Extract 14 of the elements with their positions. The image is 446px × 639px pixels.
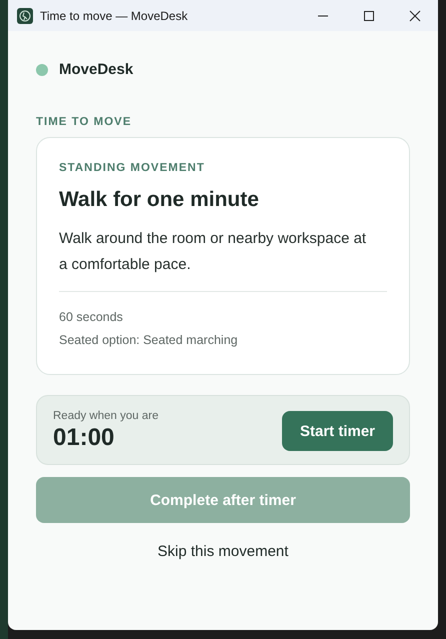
app-name: MoveDesk bbox=[59, 61, 134, 78]
timer-caption: Ready when you are bbox=[53, 410, 158, 422]
start-timer-button[interactable]: Start timer bbox=[282, 411, 393, 451]
skip-link[interactable]: Skip this movement bbox=[158, 543, 288, 560]
movement-description: Walk around the room or nearby workspace at a comfortable pace. bbox=[59, 229, 368, 275]
status-dot bbox=[36, 64, 48, 76]
app-icon bbox=[17, 8, 33, 24]
movement-detail: 60 seconds bbox=[59, 309, 124, 326]
movement-category: STANDING MOVEMENT bbox=[59, 162, 206, 174]
section-label: TIME TO MOVE bbox=[36, 116, 132, 128]
timer-readout: 01:00 bbox=[53, 424, 116, 452]
movement-detail: Seated option: Seated marching bbox=[59, 332, 239, 349]
window-title: Time to move — MoveDesk bbox=[40, 8, 189, 22]
movement-title: Walk for one minute bbox=[59, 188, 260, 212]
